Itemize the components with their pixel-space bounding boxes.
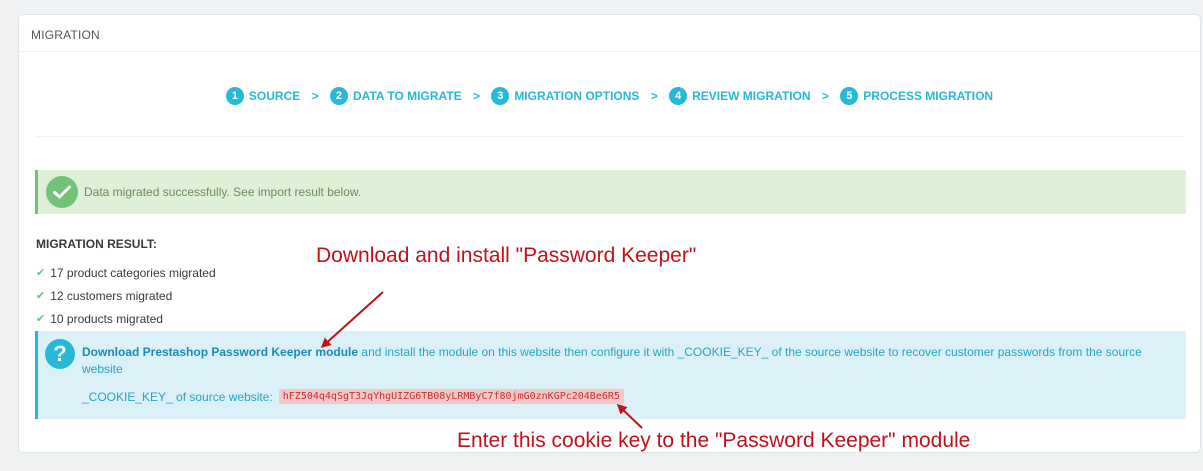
step-migration-options[interactable]: 3 MIGRATION OPTIONS [491,87,639,105]
check-circle-icon [46,176,78,208]
steps-divider [36,136,1183,137]
step-separator: > [650,89,658,103]
migration-result-title: MIGRATION RESULT: [36,237,157,251]
step-label: SOURCE [248,89,301,103]
step-source[interactable]: 1 SOURCE [225,87,301,105]
step-label: REVIEW MIGRATION [692,89,811,103]
step-data-to-migrate[interactable]: 2 DATA TO MIGRATE [329,87,462,105]
step-separator: > [472,89,480,103]
download-password-keeper-link[interactable]: Download Prestashop Password Keeper modu… [82,345,358,359]
annotation-download: Download and install "Password Keeper" [316,244,697,267]
check-icon: ✔ [36,313,46,325]
panel-heading: MIGRATION [19,15,1200,52]
result-item-text: 10 products migrated [50,311,163,326]
cookie-key-row: _COOKIE_KEY_ of source website: hFZ504q4… [82,389,624,404]
cookie-key-label: _COOKIE_KEY_ of source website: [82,389,273,404]
step-number-4: 4 [669,87,688,105]
cookie-key-value[interactable]: hFZ504q4qSgT3JqYhgUIZG6TB08yLRMByC7f80jm… [278,389,624,404]
step-number-1: 1 [225,87,244,105]
result-item-text: 17 product categories migrated [50,265,216,280]
question-circle-icon: ? [45,339,75,369]
step-label: MIGRATION OPTIONS [514,89,640,103]
check-icon: ✔ [36,267,46,279]
step-number-5: 5 [840,87,859,105]
step-label: PROCESS MIGRATION [863,89,994,103]
success-alert: Data migrated successfully. See import r… [35,170,1186,214]
step-process-migration[interactable]: 5 PROCESS MIGRATION [840,87,993,105]
info-message: Download Prestashop Password Keeper modu… [82,344,1174,378]
list-item: ✔ 17 product categories migrated [36,261,216,284]
check-icon: ✔ [36,290,46,302]
annotation-cookie-key: Enter this cookie key to the "Password K… [457,429,971,452]
step-label: DATA TO MIGRATE [352,89,462,103]
migration-panel: MIGRATION 1 SOURCE > 2 DATA TO MIGRATE >… [18,14,1201,453]
step-separator: > [311,89,319,103]
list-item: ✔ 10 products migrated [36,307,216,330]
result-item-text: 12 customers migrated [50,288,173,303]
step-separator: > [821,89,829,103]
step-review-migration[interactable]: 4 REVIEW MIGRATION [669,87,811,105]
migration-steps: 1 SOURCE > 2 DATA TO MIGRATE > 3 MIGRATI… [19,87,1200,105]
step-number-2: 2 [329,87,348,105]
info-alert: ? Download Prestashop Password Keeper mo… [35,331,1186,419]
step-number-3: 3 [491,87,510,105]
migration-result-list: ✔ 17 product categories migrated ✔ 12 cu… [36,261,216,330]
success-message: Data migrated successfully. See import r… [84,185,362,199]
list-item: ✔ 12 customers migrated [36,284,216,307]
